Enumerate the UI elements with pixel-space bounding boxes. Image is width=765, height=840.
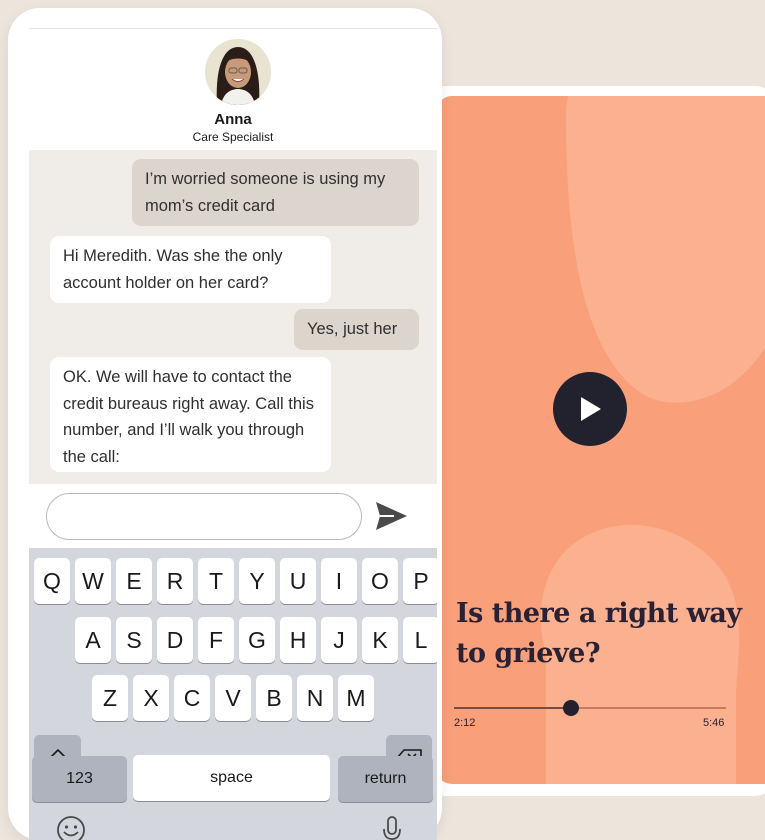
message-outgoing: I’m worried someone is using my mom’s cr… [132, 159, 419, 226]
microphone-icon [383, 816, 401, 840]
progress-fill [454, 707, 571, 709]
message-incoming: Hi Meredith. Was she the only account ho… [50, 236, 331, 303]
key-t[interactable]: T [198, 558, 234, 604]
message-input-bar [29, 484, 437, 548]
progress-bar[interactable] [454, 700, 726, 716]
key-j[interactable]: J [321, 617, 357, 663]
message-input[interactable] [46, 493, 362, 540]
key-n[interactable]: N [297, 675, 333, 721]
avatar [205, 39, 271, 105]
video-title: Is there a right way to grieve? [456, 598, 742, 669]
emoji-button[interactable] [55, 814, 87, 840]
emoji-icon [57, 816, 85, 840]
play-button[interactable] [553, 372, 627, 446]
message-incoming: OK. We will have to contact the credit b… [50, 357, 331, 472]
key-d[interactable]: D [157, 617, 193, 663]
key-g[interactable]: G [239, 617, 275, 663]
key-p[interactable]: P [403, 558, 437, 604]
key-m[interactable]: M [338, 675, 374, 721]
space-key[interactable]: space [133, 755, 330, 801]
send-icon [376, 502, 407, 530]
key-r[interactable]: R [157, 558, 193, 604]
key-z[interactable]: Z [92, 675, 128, 721]
key-c[interactable]: C [174, 675, 210, 721]
microphone-button[interactable] [379, 814, 405, 840]
key-f[interactable]: F [198, 617, 234, 663]
key-v[interactable]: V [215, 675, 251, 721]
send-button[interactable] [374, 499, 412, 535]
key-y[interactable]: Y [239, 558, 275, 604]
key-e[interactable]: E [116, 558, 152, 604]
key-x[interactable]: X [133, 675, 169, 721]
key-h[interactable]: H [280, 617, 316, 663]
key-l[interactable]: L [403, 617, 437, 663]
numbers-key[interactable]: 123 [32, 756, 127, 802]
key-o[interactable]: O [362, 558, 398, 604]
return-key[interactable]: return [338, 756, 433, 802]
key-w[interactable]: W [75, 558, 111, 604]
video-card: Is there a right way to grieve? 2:12 5:4… [436, 96, 765, 784]
chat-header: Anna Care Specialist [29, 28, 437, 150]
agent-name: Anna [214, 111, 252, 128]
agent-role: Care Specialist [192, 130, 274, 144]
phone-frame: Anna Care Specialist I’m worried someone… [8, 8, 442, 840]
message-outgoing: Yes, just her [294, 309, 419, 350]
key-s[interactable]: S [116, 617, 152, 663]
key-k[interactable]: K [362, 617, 398, 663]
play-icon [581, 397, 601, 421]
key-a[interactable]: A [75, 617, 111, 663]
total-time: 5:46 [703, 717, 725, 729]
chat-screen: Anna Care Specialist I’m worried someone… [29, 28, 437, 840]
key-q[interactable]: Q [34, 558, 70, 604]
current-time: 2:12 [454, 717, 476, 729]
keyboard: QWERTYUIOP ASDFGHJKL ZXCVBNM 123 space r… [29, 548, 437, 840]
key-b[interactable]: B [256, 675, 292, 721]
key-i[interactable]: I [321, 558, 357, 604]
message-list: I’m worried someone is using my mom’s cr… [29, 150, 437, 484]
progress-scrubber[interactable] [562, 700, 579, 716]
key-u[interactable]: U [280, 558, 316, 604]
